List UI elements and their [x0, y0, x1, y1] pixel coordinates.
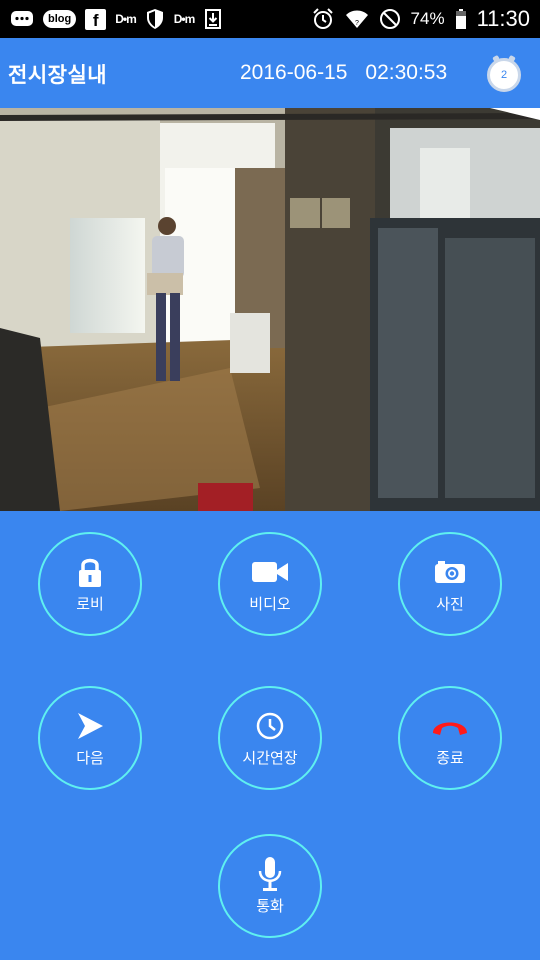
end-call-button[interactable]: 종료 [398, 686, 502, 790]
photo-label: 사진 [436, 594, 464, 613]
clock-icon [250, 709, 290, 743]
daum-icon-2: D•m [173, 12, 196, 26]
end-call-label: 종료 [436, 748, 464, 767]
lobby-label: 로비 [76, 594, 104, 613]
status-bar: blog f D•m D•m ? 74% 11:30 [0, 0, 540, 38]
extend-time-label: 시간연장 [242, 748, 298, 767]
extend-time-button[interactable]: 시간연장 [218, 686, 322, 790]
do-not-disturb-icon [379, 8, 401, 30]
download-icon [203, 8, 223, 30]
daum-icon: D•m [115, 12, 137, 26]
next-label: 다음 [76, 748, 104, 767]
alarm-icon [311, 8, 335, 30]
datetime: 2016-06-15 02:30:53 [240, 61, 447, 85]
shield-icon [145, 8, 165, 30]
lock-icon [70, 555, 110, 589]
blog-icon: blog [43, 8, 77, 30]
date-text: 2016-06-15 [240, 61, 348, 84]
battery-icon [455, 8, 467, 30]
talk-button[interactable]: 통화 [218, 834, 322, 938]
video-button[interactable]: 비디오 [218, 532, 322, 636]
camera-icon [430, 555, 470, 589]
battery-percent: 74% [410, 9, 445, 28]
video-camera-icon [250, 555, 290, 589]
svg-text:?: ? [355, 20, 359, 27]
timer-badge[interactable]: 2 [487, 58, 521, 92]
microphone-icon [250, 856, 290, 891]
time-text: 02:30:53 [365, 61, 448, 84]
control-panel: 로비 비디오 사진 다음 시간연장 종료 통화 [0, 511, 540, 960]
next-button[interactable]: 다음 [38, 686, 142, 790]
photo-button[interactable]: 사진 [398, 532, 502, 636]
arrow-right-icon [70, 709, 110, 743]
chat-icon [10, 8, 34, 30]
camera-image [0, 108, 540, 511]
facebook-icon: f [85, 8, 107, 30]
video-label: 비디오 [249, 594, 291, 613]
wifi-icon: ? [345, 8, 369, 30]
header: 전시장실내 2016-06-15 02:30:53 2 [0, 38, 540, 108]
camera-feed [0, 108, 540, 511]
talk-label: 통화 [256, 896, 284, 915]
page-title: 전시장실내 [8, 63, 108, 87]
lobby-button[interactable]: 로비 [38, 532, 142, 636]
hang-up-icon [430, 709, 470, 743]
clock-time: 11:30 [476, 6, 530, 31]
